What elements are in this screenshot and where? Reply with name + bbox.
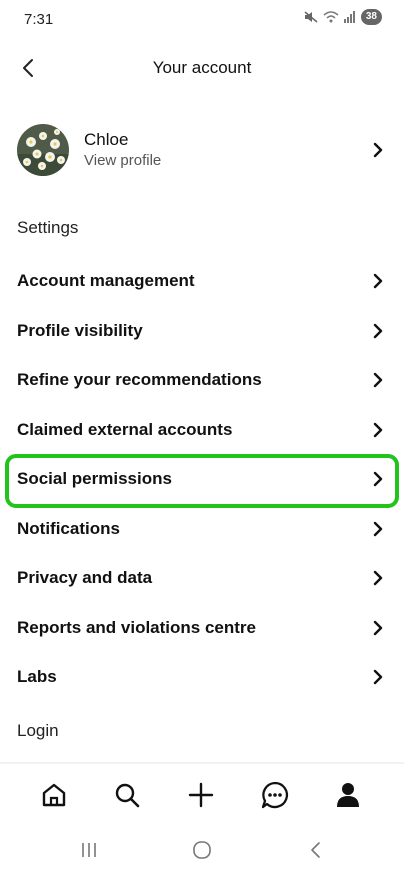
status-bar: 7:31 38 [0,0,404,38]
chevron-right-icon [373,669,383,685]
settings-section-label: Settings [17,218,79,237]
profile-row[interactable]: Chloe View profile [0,118,404,182]
page-title: Your account [152,58,252,77]
menu-item-social-permissions[interactable]: Social permissions [0,454,404,507]
status-time: 7:31 [24,11,54,28]
menu-item-label: Account management [17,271,195,290]
avatar [17,124,69,176]
login-link[interactable]: Login [17,721,59,741]
menu-item-account-management[interactable]: Account management [0,256,404,306]
menu-item-profile-visibility[interactable]: Profile visibility [0,306,404,356]
menu-item-claimed-external-accounts[interactable]: Claimed external accounts [0,405,404,455]
menu-item-label: Reports and violations centre [17,617,256,637]
bottom-nav [0,772,404,818]
menu-item-label: Claimed external accounts [17,419,233,439]
plus-icon [188,782,214,808]
chevron-right-icon [373,273,383,289]
menu-item-labs[interactable]: Labs [0,652,404,702]
settings-menu-list: Account management Profile visibility Re… [0,256,404,702]
messages-icon [261,781,289,809]
chevron-right-icon [373,372,383,388]
chevron-right-icon [373,471,383,487]
chevron-right-icon [373,521,383,536]
home-circle-icon [193,841,211,859]
menu-item-label: Refine your recommendations [17,370,262,389]
chevron-right-icon [373,422,383,437]
signal-icon [343,11,356,23]
back-icon [311,842,320,858]
recents-button[interactable] [74,838,104,862]
menu-item-label: Social permissions [17,469,172,488]
system-home-button[interactable] [187,838,217,862]
nav-search-button[interactable] [110,778,144,812]
menu-item-label: Privacy and data [17,568,153,587]
search-icon [115,783,140,808]
top-bar: Your account [0,46,404,90]
menu-item-notifications[interactable]: Notifications [0,504,404,554]
mute-icon [304,11,318,23]
chevron-right-icon [373,570,383,586]
bottom-nav-divider [0,762,404,764]
profile-name: Chloe [84,130,129,149]
wifi-icon [323,11,339,23]
nav-home-button[interactable] [37,778,71,812]
status-icons: 38 [304,9,382,25]
battery-indicator: 38 [360,9,382,25]
system-nav-bar [0,832,404,868]
view-profile-label: View profile [84,152,162,169]
system-back-button[interactable] [301,838,331,862]
nav-profile-button[interactable] [331,778,365,812]
home-icon [42,783,66,807]
menu-item-label: Profile visibility [17,320,143,340]
menu-item-reports-and-violations[interactable]: Reports and violations centre [0,603,404,653]
chevron-right-icon [373,142,383,158]
recents-icon [82,843,96,857]
chevron-right-icon [373,323,383,338]
menu-item-label: Labs [17,667,57,686]
menu-item-privacy-and-data[interactable]: Privacy and data [0,553,404,603]
menu-item-label: Notifications [17,518,120,538]
chevron-right-icon [373,620,383,635]
nav-messages-button[interactable] [258,778,292,812]
nav-create-button[interactable] [184,778,218,812]
menu-item-refine-recommendations[interactable]: Refine your recommendations [0,355,404,405]
profile-icon [337,783,359,807]
